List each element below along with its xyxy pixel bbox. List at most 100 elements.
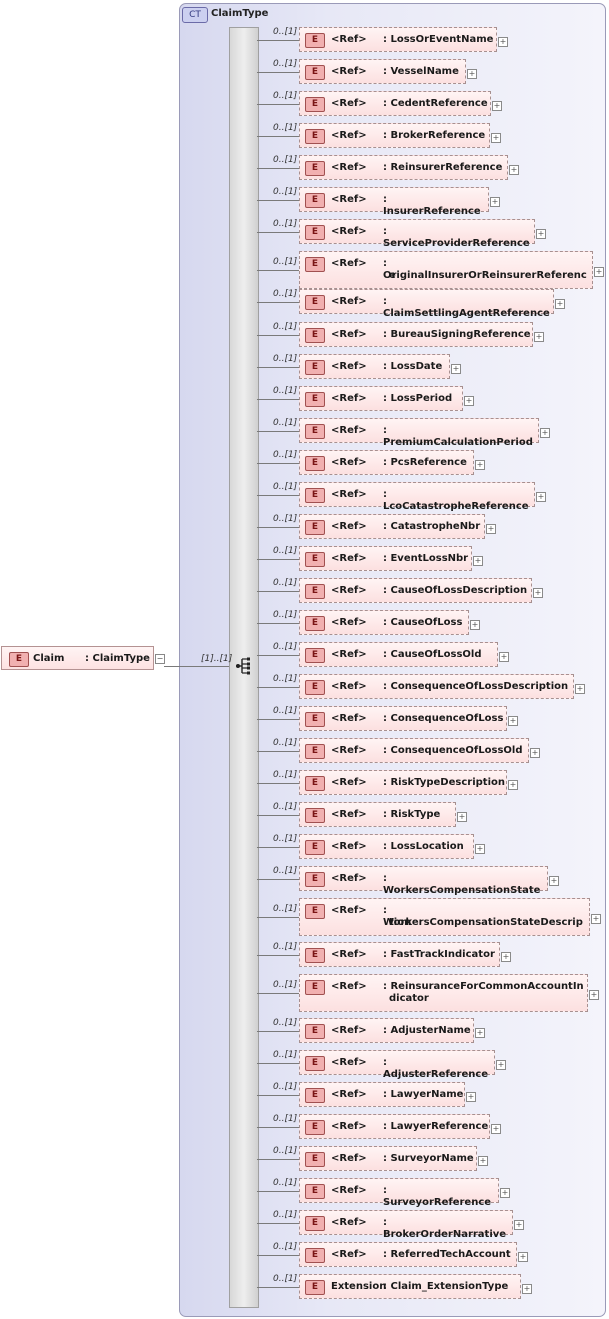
element-box[interactable]: E <Ref>: BrokerReference [299,123,490,148]
element-box[interactable]: E <Ref>: CauseOfLossDescription [299,578,532,603]
element-box[interactable]: E <Ref>: LossOrEventName [299,27,497,52]
expand-icon[interactable]: + [464,396,474,406]
element-name: : RiskTypeDescription [383,777,505,788]
element-box[interactable]: E <Ref>: ConsequenceOfLossDescription [299,674,574,699]
element-box[interactable]: E <Ref>: InsurerReference [299,187,489,217]
element-box[interactable]: E <Ref>: ReinsuranceForCommonAccountIn dic… [299,974,588,1012]
expand-icon[interactable]: + [589,990,599,1000]
expand-icon[interactable]: + [496,1060,506,1070]
element-box[interactable]: E <Ref>: RiskTypeDescription [299,770,507,795]
expand-icon[interactable]: + [530,748,540,758]
expand-icon[interactable]: + [508,780,518,790]
expand-icon[interactable]: + [555,299,565,309]
element-box[interactable]: E <Ref>: LcoCatastropheReference [299,482,535,512]
expand-icon[interactable]: + [451,364,461,374]
connector-line [257,232,299,233]
element-name: : LossOrEventName [383,34,494,45]
expand-icon[interactable]: + [501,952,511,962]
element-box[interactable]: E <Ref>: ClaimSettlingAgentReference [299,289,554,319]
element-box[interactable]: E <Ref>: SurveyorReference [299,1178,499,1208]
expand-icon[interactable]: + [534,332,544,342]
expand-icon[interactable]: + [475,460,485,470]
expand-icon[interactable]: + [491,1124,501,1134]
expand-icon[interactable]: + [486,524,496,534]
connector-line [257,168,299,169]
connector-line [257,495,299,496]
complex-type-badge: CT [182,7,208,23]
element-name: : ReinsuranceForCommonAccountIn [383,981,584,992]
element-box[interactable]: E <Ref>: LawyerReference [299,1114,490,1139]
element-row: 0..[1] E <Ref>: CauseOfLoss + [0,610,609,635]
multiplicity-label: 0..[1] [273,834,298,844]
element-box[interactable]: E <Ref>: CauseOfLossOld [299,642,498,667]
expand-icon[interactable]: + [499,652,509,662]
multiplicity-label: 0..[1] [273,578,298,588]
expand-icon[interactable]: + [466,1092,476,1102]
element-ref-label: <Ref> [331,130,367,141]
element-box[interactable]: E <Ref>: BrokerOrderNarrative [299,1210,513,1240]
element-box[interactable]: E <Ref>: PcsReference [299,450,474,475]
element-box[interactable]: E <Ref>: LossPeriod [299,386,463,411]
expand-icon[interactable]: + [475,844,485,854]
element-box[interactable]: E <Ref>: ReinsurerReference [299,155,508,180]
element-box[interactable]: E <Ref>: CedentReference [299,91,491,116]
element-box[interactable]: E <Ref>: BureauSigningReference [299,322,533,347]
expand-icon[interactable]: + [509,165,519,175]
element-badge: E [305,712,325,727]
expand-icon[interactable]: + [492,101,502,111]
element-box[interactable]: E <Ref>: LawyerName [299,1082,465,1107]
element-badge: E [305,1152,325,1167]
element-box[interactable]: E Extension: Claim_ExtensionType [299,1274,521,1299]
element-box[interactable]: E <Ref>: AdjusterReference [299,1050,495,1080]
expand-icon[interactable]: + [522,1284,532,1294]
expand-icon[interactable]: + [518,1252,528,1262]
element-box[interactable]: E <Ref>: RiskType [299,802,456,827]
expand-icon[interactable]: + [514,1220,524,1230]
expand-icon[interactable]: + [498,37,508,47]
expand-icon[interactable]: + [508,716,518,726]
expand-icon[interactable]: + [490,197,500,207]
expand-icon[interactable]: + [478,1156,488,1166]
expand-icon[interactable]: + [540,428,550,438]
element-badge: E [305,872,325,887]
element-box[interactable]: E <Ref>: SurveyorName [299,1146,477,1171]
expand-icon[interactable]: + [536,229,546,239]
element-ref-label: <Ref> [331,1025,367,1036]
multiplicity-label: 0..[1] [273,866,298,876]
expand-icon[interactable]: + [549,876,559,886]
element-box[interactable]: E <Ref>: WorkersCompensationStateDescrip t… [299,898,590,936]
expand-icon[interactable]: + [591,914,601,924]
expand-icon[interactable]: + [473,556,483,566]
expand-icon[interactable]: + [475,1028,485,1038]
multiplicity-label: 0..[1] [273,706,298,716]
element-box[interactable]: E <Ref>: ServiceProviderReference [299,219,535,249]
element-box[interactable]: E <Ref>: LossDate [299,354,450,379]
element-row: 0..[1] E <Ref>: OriginalInsurerOrReinsurer… [0,251,609,289]
element-row: 0..[1] E <Ref>: LossPeriod + [0,386,609,411]
element-box[interactable]: E <Ref>: CauseOfLoss [299,610,469,635]
expand-icon[interactable]: + [467,69,477,79]
element-box[interactable]: E <Ref>: ConsequenceOfLoss [299,706,507,731]
element-box[interactable]: E <Ref>: CatastropheNbr [299,514,485,539]
element-box[interactable]: E <Ref>: WorkersCompensationState [299,866,548,896]
element-badge: E [305,456,325,471]
expand-icon[interactable]: + [491,133,501,143]
element-box[interactable]: E <Ref>: FastTrackIndicator [299,942,500,967]
expand-icon[interactable]: + [575,684,585,694]
expand-icon[interactable]: + [533,588,543,598]
expand-icon[interactable]: + [594,267,604,277]
element-box[interactable]: E <Ref>: PremiumCalculationPeriod [299,418,539,448]
element-box[interactable]: E <Ref>: EventLossNbr [299,546,472,571]
element-box[interactable]: E <Ref>: OriginalInsurerOrReinsurerRefere… [299,251,593,289]
element-box[interactable]: E <Ref>: ReferredTechAccount [299,1242,517,1267]
element-ref-label: <Ref> [331,489,367,500]
element-box[interactable]: E <Ref>: VesselName [299,59,466,84]
expand-icon[interactable]: + [470,620,480,630]
element-box[interactable]: E <Ref>: ConsequenceOfLossOld [299,738,529,763]
connector-line [257,463,299,464]
expand-icon[interactable]: + [457,812,467,822]
element-box[interactable]: E <Ref>: AdjusterName [299,1018,474,1043]
expand-icon[interactable]: + [500,1188,510,1198]
element-box[interactable]: E <Ref>: LossLocation [299,834,474,859]
expand-icon[interactable]: + [536,492,546,502]
